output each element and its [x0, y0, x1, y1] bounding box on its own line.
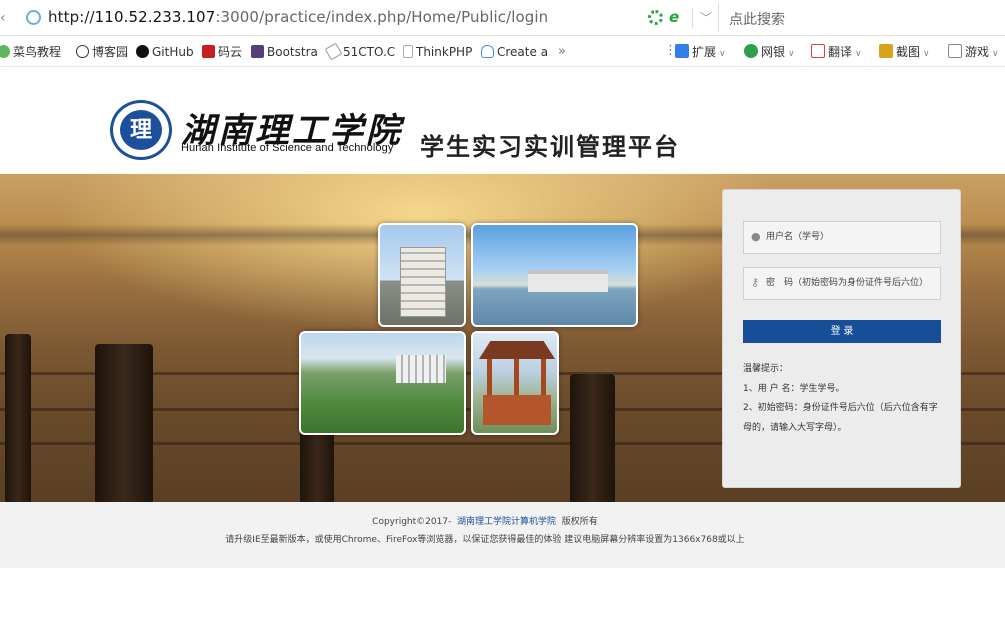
banner-post — [5, 334, 31, 502]
cnblogs-icon — [76, 45, 89, 58]
campus-photo-pavilion — [471, 331, 559, 435]
toolbar-label: 截图 — [896, 45, 921, 59]
campus-photo-building — [378, 223, 466, 327]
bookmark-label: ThinkPHP — [416, 45, 473, 59]
more-bookmarks-icon[interactable]: » — [558, 44, 566, 59]
tip-username: 1、用 户 名：学生学号。 — [743, 383, 845, 394]
toolbar-label: 游戏 — [965, 45, 990, 59]
banner-post — [570, 374, 615, 502]
login-tips: 温馨提示： 1、用 户 名：学生学号。 2、初始密码：身份证件号后六位（后六位含… — [743, 360, 943, 438]
search-input[interactable]: 点此搜索 — [729, 9, 785, 29]
chevron-down-icon: ∨ — [923, 49, 930, 59]
game-icon — [948, 44, 962, 58]
campus-photo-aerial — [299, 331, 466, 435]
login-panel: ● 用户名（学号） ⚷ 密 码（初始密码为身份证件号后六位） 登 录 温馨提示：… — [722, 189, 961, 488]
platform-title: 学生实习实训管理平台 — [420, 133, 680, 161]
campus-photo-lake — [471, 223, 638, 327]
translate-icon — [811, 44, 825, 58]
school-seal-logo: 理 — [110, 100, 172, 160]
extension-icon — [675, 44, 689, 58]
photo-building-shape — [396, 355, 446, 383]
username-input[interactable]: ● 用户名（学号） — [743, 221, 941, 254]
gitee-icon — [202, 45, 215, 58]
url-scheme: http:// — [48, 8, 95, 26]
back-arrow-icon[interactable]: ‹ — [0, 9, 8, 27]
page-icon — [403, 45, 413, 58]
bookmark-label: 菜鸟教程 — [13, 45, 62, 59]
url-field[interactable]: http://110.52.233.107:3000/practice/inde… — [48, 8, 548, 26]
toolbar-label: 翻译 — [828, 45, 853, 59]
rights-text: 版权所有 — [561, 517, 598, 527]
username-placeholder: 用户名（学号） — [766, 232, 830, 242]
bookmark-gitee[interactable]: 码云 — [202, 44, 242, 60]
bookmark-label: 51CTO.C — [343, 45, 396, 59]
bookmark-label: Bootstra — [267, 45, 318, 59]
bookmark-51cto[interactable]: 51CTO.C — [324, 42, 396, 61]
org-link[interactable]: 湖南理工学院计算机学院 — [457, 517, 556, 527]
divider — [692, 8, 693, 28]
bookmark-create[interactable]: Create a — [481, 44, 548, 60]
password-input[interactable]: ⚷ 密 码（初始密码为身份证件号后六位） — [743, 267, 941, 300]
copyright-text: Copyright©2017- — [372, 517, 452, 527]
screenshot-icon — [879, 44, 893, 58]
school-name-en: Hunan Institute of Science and Technolog… — [181, 142, 394, 154]
pavilion-roof — [479, 341, 555, 359]
pavilion-pillar — [487, 359, 492, 395]
photo-building-shape — [400, 247, 446, 317]
chevron-down-icon: ∨ — [855, 49, 862, 59]
tip-password: 2、初始密码：身份证件号后六位（后六位含有字母的，请输入大写字母）。 — [743, 403, 938, 433]
bookmarks-bar: 菜鸟教程 博客园 GitHub 码云 Bootstra 51CTO.C Thin… — [0, 37, 1005, 67]
pavilion-pillar — [541, 359, 546, 395]
toolbar-games[interactable]: 游戏 ∨ — [948, 44, 999, 60]
toolbar-screenshot[interactable]: 截图 ∨ — [879, 44, 930, 60]
bookmark-github[interactable]: GitHub — [136, 44, 194, 60]
seal-glyph: 理 — [120, 110, 162, 150]
bookmark-label: GitHub — [152, 45, 194, 59]
runoob-icon — [0, 45, 10, 58]
user-icon: ● — [751, 230, 761, 243]
toolbar-translate[interactable]: 翻译 ∨ — [811, 44, 862, 60]
footer-copyright-line: Copyright©2017- 湖南理工学院计算机学院 版权所有 — [0, 514, 970, 527]
page-footer: Copyright©2017- 湖南理工学院计算机学院 版权所有 请升级IE至最… — [0, 502, 1005, 568]
bookmark-label: 码云 — [218, 45, 243, 59]
51cto-icon — [324, 42, 343, 61]
tips-title: 温馨提示： — [743, 364, 789, 374]
photo-building-shape — [528, 270, 608, 292]
chevron-down-icon: ∨ — [788, 49, 795, 59]
toolbar-extensions[interactable]: 扩展 ∨ — [675, 44, 726, 60]
bookmark-label: 博客园 — [92, 45, 129, 59]
address-bar: ‹ http://110.52.233.107:3000/practice/in… — [0, 0, 1005, 36]
banner-post — [95, 344, 153, 502]
bookmark-cnblogs[interactable]: 博客园 — [76, 44, 128, 60]
refresh-icon[interactable] — [648, 10, 663, 25]
bootstrap-icon — [251, 45, 264, 58]
key-icon: ⚷ — [751, 276, 760, 289]
browser-notice: 请升级IE至最新版本，或使用Chrome、FireFox等浏览器，以保证您获得最… — [225, 535, 745, 545]
bookmark-bootstrap[interactable]: Bootstra — [251, 44, 318, 60]
chevron-down-icon[interactable]: ﹀ — [697, 8, 715, 28]
toolbar-label: 扩展 — [692, 45, 717, 59]
password-placeholder: 密 码（初始密码为身份证件号后六位） — [766, 278, 929, 288]
cloud-icon — [481, 45, 494, 58]
bookmark-label: Create a — [497, 45, 549, 59]
pavilion-deck — [483, 395, 551, 425]
globe-icon — [26, 10, 41, 25]
toolbar-bank[interactable]: 网银 ∨ — [744, 44, 795, 60]
bookmark-thinkphp[interactable]: ThinkPHP — [403, 44, 472, 60]
bookmark-runoob[interactable]: 菜鸟教程 — [0, 44, 61, 60]
pavilion-pillar — [514, 359, 519, 395]
url-host: 110.52.233.107 — [94, 8, 216, 26]
chevron-down-icon: ∨ — [719, 49, 726, 59]
url-path: :3000/practice/index.php/Home/Public/log… — [215, 8, 549, 26]
login-button[interactable]: 登 录 — [743, 320, 941, 343]
ie-mode-icon[interactable]: e — [669, 9, 686, 26]
bank-icon — [744, 44, 758, 58]
divider — [718, 4, 719, 32]
github-icon — [136, 45, 149, 58]
toolbar-label: 网银 — [761, 45, 786, 59]
chevron-down-icon: ∨ — [992, 49, 999, 59]
